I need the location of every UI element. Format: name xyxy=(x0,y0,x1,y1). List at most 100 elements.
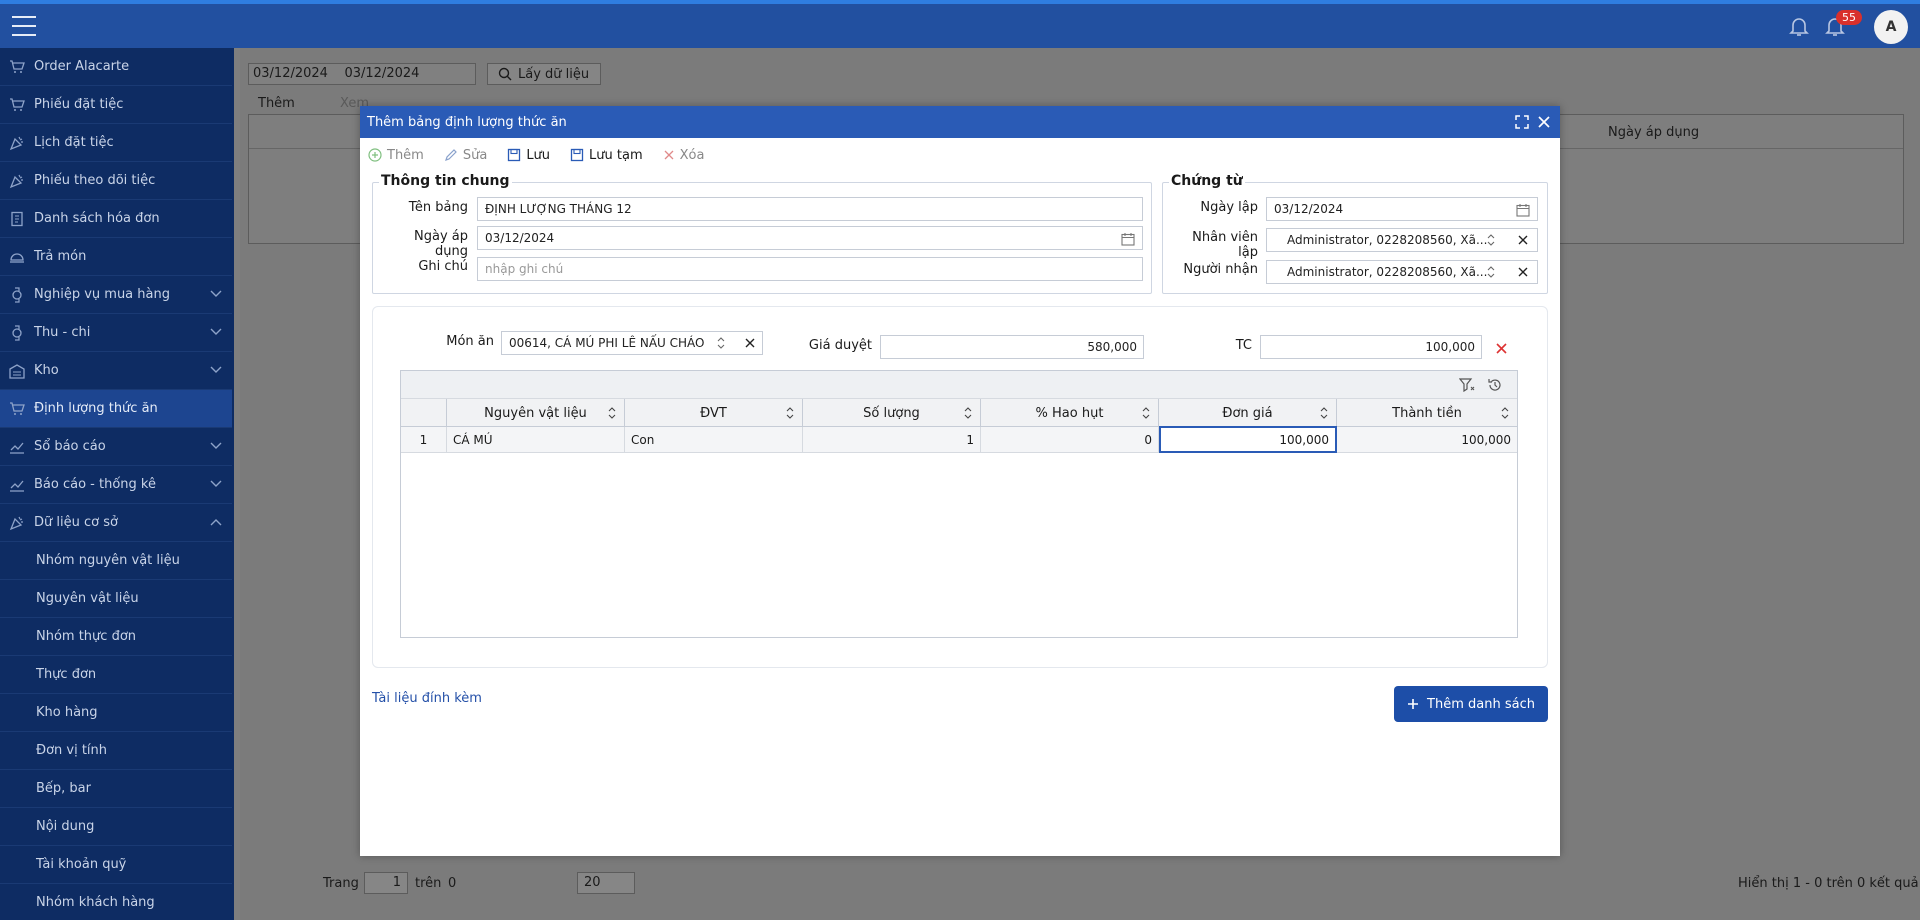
invoice-icon xyxy=(11,211,23,226)
add-button[interactable]: Thêm xyxy=(368,148,424,163)
maximize-icon[interactable] xyxy=(1514,114,1530,130)
save-icon xyxy=(570,148,584,162)
row-number: 1 xyxy=(401,427,447,453)
close-icon[interactable] xyxy=(1536,114,1552,130)
note-input[interactable]: nhập ghi chú xyxy=(477,257,1143,281)
bg-add-button[interactable]: Thêm xyxy=(258,96,295,111)
sidebar-subitem[interactable]: Nhóm thực đơn xyxy=(0,618,232,656)
column-header-unit[interactable]: ĐVT xyxy=(625,399,803,427)
chevron-down-icon xyxy=(210,328,222,335)
sidebar-item-label: Trả món xyxy=(34,249,87,264)
created-date-label: Ngày lập xyxy=(1200,200,1258,215)
sidebar-item-label: Báo cáo - thống kê xyxy=(34,477,156,492)
bg-column-header[interactable]: Ngày áp dụng xyxy=(1608,125,1699,140)
sidebar-item-so-bao-cao[interactable]: Sổ báo cáo xyxy=(0,428,232,466)
save-button[interactable]: Lưu xyxy=(507,148,550,163)
sidebar-subitem[interactable]: Tài khoản quỹ xyxy=(0,846,232,884)
cell-material[interactable]: CÁ MÚ xyxy=(447,427,625,453)
sidebar-item-tra-mon[interactable]: Trả món xyxy=(0,238,232,276)
clear-icon[interactable] xyxy=(744,337,756,349)
sidebar-item-phieu-dat-tiec[interactable]: Phiếu đặt tiệc xyxy=(0,86,232,124)
cell-unit-price-editor[interactable]: 100,000 xyxy=(1159,426,1337,453)
page-input[interactable]: 1 xyxy=(364,872,408,894)
of-label: trên xyxy=(415,876,442,891)
creator-label: Nhân viên lập xyxy=(1192,230,1258,260)
column-header-quantity[interactable]: Số lượng xyxy=(803,399,981,427)
sidebar-subitem[interactable]: Nhóm khách hàng xyxy=(0,884,232,920)
sort-icon xyxy=(608,407,616,419)
sidebar-item-order-alacarte[interactable]: Order Alacarte xyxy=(0,48,232,86)
dish-select[interactable]: 00614, CÁ MÚ PHI LÊ NẤU CHÁO xyxy=(501,331,763,355)
dish-label: Món ăn xyxy=(446,334,494,349)
apply-date-input[interactable]: 03/12/2024 xyxy=(477,226,1143,250)
approved-price-input[interactable]: 580,000 xyxy=(880,335,1144,359)
sidebar-subitem[interactable]: Nguyên vật liệu xyxy=(0,580,232,618)
table-name-input[interactable]: ĐỊNH LƯỢNG THÁNG 12 xyxy=(477,197,1143,221)
warehouse-icon xyxy=(9,363,25,379)
sidebar-item-danh-sach-hoa-don[interactable]: Danh sách hóa đơn xyxy=(0,200,232,238)
menu-icon[interactable] xyxy=(12,16,36,36)
tc-label: TC xyxy=(1235,338,1252,353)
calendar-icon[interactable] xyxy=(1121,232,1135,246)
date-range-input[interactable]: 03/12/2024 03/12/2024 xyxy=(248,63,476,85)
page-size-select[interactable]: 20 xyxy=(577,872,635,894)
avatar[interactable]: A xyxy=(1874,10,1908,44)
sidebar-item-phieu-theo-doi-tiec[interactable]: Phiếu theo dõi tiệc xyxy=(0,162,232,200)
column-header-loss[interactable]: % Hao hụt xyxy=(981,399,1159,427)
cell-unit[interactable]: Con xyxy=(625,427,803,453)
sort-icon xyxy=(717,337,725,349)
sidebar-item-kho[interactable]: Kho xyxy=(0,352,232,390)
filter-clear-icon[interactable] xyxy=(1459,378,1475,392)
chart-icon xyxy=(10,442,24,454)
sidebar-item-du-lieu-co-so[interactable]: Dữ liệu cơ sở xyxy=(0,504,232,542)
approved-price-label: Giá duyệt xyxy=(808,338,872,353)
dialog-toolbar: Thêm Sửa Lưu Lưu tạm Xóa xyxy=(368,144,704,166)
edit-button[interactable]: Sửa xyxy=(444,148,487,163)
bell-settings-icon[interactable] xyxy=(1787,14,1811,38)
sidebar-item-dinh-luong-thuc-an[interactable]: Định lượng thức ăn xyxy=(0,390,232,428)
sidebar-subitem[interactable]: Kho hàng xyxy=(0,694,232,732)
sidebar-item-thu-chi[interactable]: Thu - chi xyxy=(0,314,232,352)
sidebar-item-lich-dat-tiec[interactable]: Lịch đặt tiệc xyxy=(0,124,232,162)
remove-icon[interactable] xyxy=(1495,342,1508,355)
dialog-title-bar: Thêm bảng định lượng thức ăn xyxy=(360,106,1560,138)
cell-loss[interactable]: 0 xyxy=(981,427,1159,453)
sidebar-subitem[interactable]: Thực đơn xyxy=(0,656,232,694)
creator-select[interactable]: Administrator, 0228208560, Xã... xyxy=(1266,228,1538,252)
attachments-link[interactable]: Tài liệu đính kèm xyxy=(372,691,482,706)
receiver-select[interactable]: Administrator, 0228208560, Xã... xyxy=(1266,260,1538,284)
created-date-input[interactable]: 03/12/2024 xyxy=(1266,197,1538,221)
sort-icon xyxy=(1142,407,1150,419)
sidebar-subitem[interactable]: Nội dung xyxy=(0,808,232,846)
receiver-label: Người nhận xyxy=(1183,262,1258,277)
table-row[interactable]: 1 CÁ MÚ Con 1 0 100,000 100,000 xyxy=(401,426,1517,453)
sort-icon xyxy=(1320,407,1328,419)
column-header-material[interactable]: Nguyên vật liệu xyxy=(447,399,625,427)
fetch-data-button[interactable]: Lấy dữ liệu xyxy=(487,63,601,85)
sidebar-subitem[interactable]: Đơn vị tính xyxy=(0,732,232,770)
plus-icon xyxy=(1408,699,1419,709)
sidebar-subitem[interactable]: Bếp, bar xyxy=(0,770,232,808)
apply-date-label: Ngày áp dụng xyxy=(414,229,468,259)
add-list-button[interactable]: Thêm danh sách xyxy=(1394,686,1548,722)
sidebar-item-label: Phiếu theo dõi tiệc xyxy=(34,173,156,188)
column-header-amount[interactable]: Thành tiền xyxy=(1337,399,1517,427)
sidebar-item-label: Định lượng thức ăn xyxy=(34,401,158,416)
calendar-icon[interactable] xyxy=(1516,203,1530,217)
clear-icon[interactable] xyxy=(1517,234,1529,246)
clear-icon[interactable] xyxy=(1517,266,1529,278)
delete-button[interactable]: Xóa xyxy=(663,148,704,163)
cell-amount[interactable]: 100,000 xyxy=(1337,427,1517,453)
history-icon[interactable] xyxy=(1487,377,1503,393)
tc-input[interactable]: 100,000 xyxy=(1260,335,1482,359)
sidebar-item-label: Danh sách hóa đơn xyxy=(34,211,160,226)
sort-icon xyxy=(1487,234,1495,246)
sidebar: Order Alacarte Phiếu đặt tiệc Lịch đặt t… xyxy=(0,48,234,920)
sidebar-item-bao-cao-thong-ke[interactable]: Báo cáo - thống kê xyxy=(0,466,232,504)
column-header-unit-price[interactable]: Đơn giá xyxy=(1159,399,1337,427)
save-draft-button[interactable]: Lưu tạm xyxy=(570,148,643,163)
sidebar-item-nghiep-vu-mua-hang[interactable]: Nghiệp vụ mua hàng xyxy=(0,276,232,314)
sort-icon xyxy=(964,407,972,419)
sidebar-subitem[interactable]: Nhóm nguyên vật liệu xyxy=(0,542,232,580)
cell-quantity[interactable]: 1 xyxy=(803,427,981,453)
